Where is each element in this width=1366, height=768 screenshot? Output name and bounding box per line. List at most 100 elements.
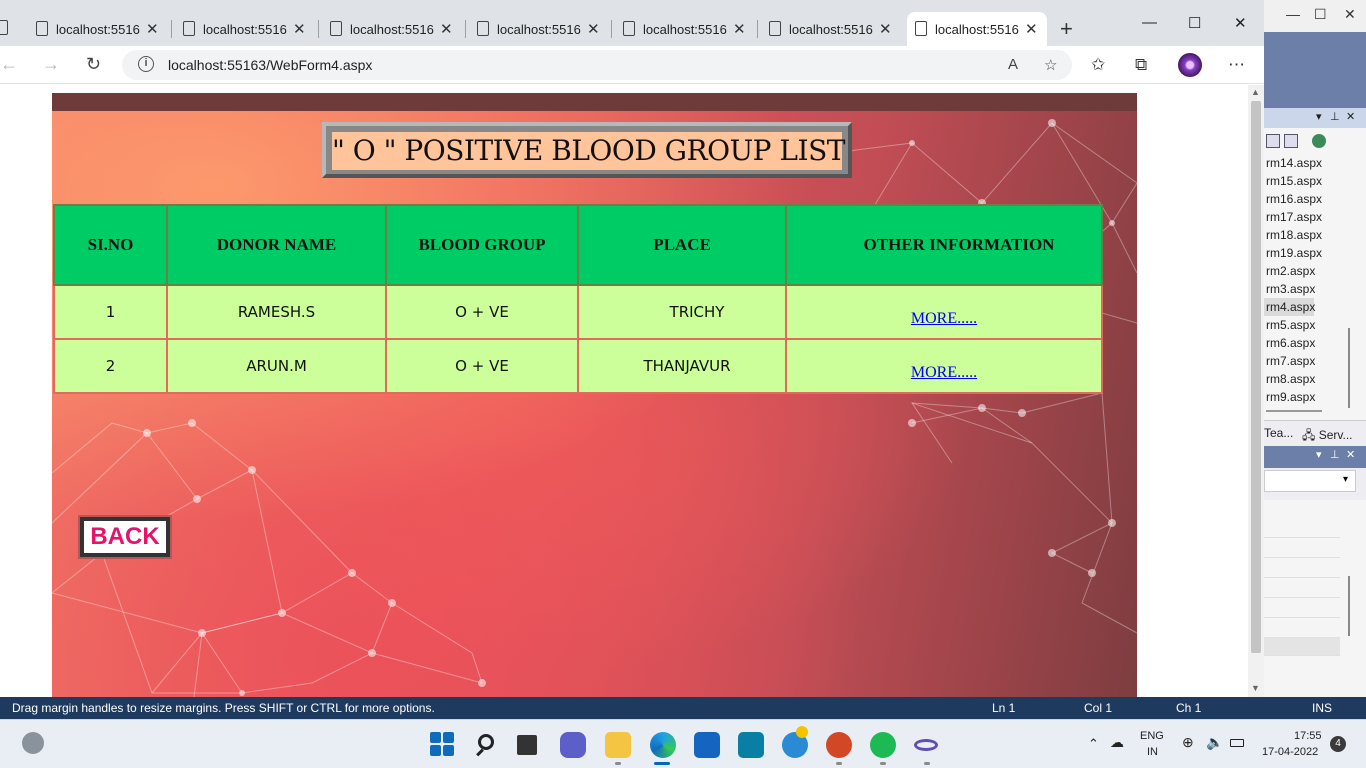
tab-close-icon[interactable]: ✕ [146, 20, 159, 38]
back-arrow-button[interactable]: ← [0, 54, 18, 75]
add-favorite-icon[interactable]: ☆ [1044, 56, 1057, 74]
browser-tab[interactable]: localhost:55163 ✕ [469, 12, 609, 46]
vertical-scrollbar[interactable] [1348, 576, 1350, 636]
property-row[interactable] [1264, 540, 1340, 558]
solution-file-item[interactable]: rm7.aspx [1264, 352, 1315, 370]
vs-maximize-button[interactable]: ☐ [1314, 6, 1327, 23]
favorites-icon[interactable]: ✩ [1091, 55, 1105, 75]
back-button[interactable]: BACK [78, 515, 172, 559]
profile-avatar[interactable] [1178, 53, 1202, 77]
property-row[interactable] [1264, 580, 1340, 598]
tab-close-icon[interactable]: ✕ [293, 20, 306, 38]
properties-object-dropdown[interactable]: ▾ [1264, 470, 1356, 492]
solution-file-item[interactable]: rm3.aspx [1264, 280, 1315, 298]
file-explorer-icon[interactable] [605, 732, 631, 758]
solution-file-item[interactable]: rm18.aspx [1264, 226, 1322, 244]
browser-tab[interactable]: localhost:55163 ✕ [175, 12, 315, 46]
scrollbar-thumb[interactable] [1251, 101, 1261, 653]
vertical-scrollbar[interactable] [1348, 328, 1350, 408]
search-icon[interactable] [474, 732, 500, 758]
solution-file-item[interactable]: rm5.aspx [1264, 316, 1315, 334]
teams-chat-icon[interactable] [560, 732, 586, 758]
volume-icon[interactable]: 🔈 [1206, 734, 1223, 751]
url-text[interactable]: localhost:55163/WebForm4.aspx [168, 57, 372, 73]
close-icon[interactable]: ✕ [1346, 110, 1355, 123]
preview-icon[interactable] [1312, 134, 1326, 148]
spotify-icon[interactable] [870, 732, 896, 758]
tab-actions-icon[interactable] [0, 20, 8, 35]
tab-close-icon[interactable]: ✕ [733, 20, 746, 38]
tab-close-icon[interactable]: ✕ [440, 20, 453, 38]
pin-icon[interactable]: ⊥ [1330, 110, 1340, 123]
solution-file-item[interactable]: rm2.aspx [1264, 262, 1315, 280]
tab-close-icon[interactable]: ✕ [1025, 20, 1038, 38]
widgets-icon[interactable] [22, 732, 44, 754]
visual-studio-icon[interactable] [914, 732, 940, 758]
start-button[interactable] [430, 732, 456, 758]
browser-tab[interactable]: localhost:55163 ✕ [907, 12, 1047, 46]
view-icon[interactable] [1284, 134, 1298, 148]
browser-tab[interactable]: localhost:55163 ✕ [28, 12, 168, 46]
solution-file-item[interactable]: rm4.aspx [1264, 298, 1315, 316]
maximize-button[interactable]: ☐ [1188, 14, 1201, 32]
language-indicator-bottom[interactable]: IN [1147, 746, 1158, 758]
forward-arrow-button[interactable]: → [42, 54, 60, 75]
network-sync-icon[interactable]: ☁ [1110, 734, 1124, 751]
pin-icon[interactable]: ⊥ [1330, 448, 1340, 461]
solution-file-item[interactable]: rm6.aspx [1264, 334, 1315, 352]
more-info-link[interactable]: MORE..... [911, 310, 977, 327]
globe-icon[interactable]: ⊕ [1182, 734, 1194, 751]
vs-minimize-button[interactable]: — [1286, 6, 1300, 22]
more-info-link[interactable]: MORE..... [911, 364, 977, 381]
scroll-up-icon[interactable]: ▲ [1251, 87, 1260, 97]
browser-tab[interactable]: localhost:55163 ✕ [761, 12, 901, 46]
url-field[interactable]: i localhost:55163/WebForm4.aspx A ☆ [122, 50, 1072, 80]
microsoft-store-icon[interactable] [694, 732, 720, 758]
task-view-icon[interactable] [517, 735, 537, 755]
tab-close-icon[interactable]: ✕ [879, 20, 892, 38]
powerpoint-icon[interactable] [826, 732, 852, 758]
collections-icon[interactable]: ⧉ [1135, 55, 1147, 75]
edge-browser-icon[interactable] [650, 732, 676, 758]
browser-tab[interactable]: localhost:55163 ✕ [615, 12, 755, 46]
property-row[interactable] [1264, 620, 1340, 638]
notification-badge[interactable]: 4 [1330, 736, 1346, 752]
clock-date[interactable]: 17-04-2022 [1262, 746, 1318, 758]
close-icon[interactable]: ✕ [1346, 448, 1355, 461]
help-icon[interactable] [782, 726, 808, 758]
solution-file-item[interactable]: rm14.aspx [1264, 154, 1322, 172]
scroll-down-icon[interactable]: ▼ [1251, 683, 1260, 693]
tab-team-explorer[interactable]: Tea... [1264, 426, 1293, 440]
show-hidden-icons-chevron-icon[interactable]: ⌃ [1088, 736, 1099, 752]
dropdown-icon[interactable]: ▾ [1316, 110, 1322, 123]
property-row[interactable] [1264, 520, 1340, 538]
dropdown-icon[interactable]: ▾ [1316, 448, 1322, 461]
language-indicator-top[interactable]: ENG [1140, 730, 1164, 742]
new-tab-button[interactable]: + [1060, 16, 1073, 42]
properties-icon[interactable] [1266, 134, 1280, 148]
minimize-button[interactable]: — [1142, 14, 1157, 31]
battery-icon[interactable] [1230, 739, 1244, 747]
tab-server-explorer[interactable]: 🖧 Serv... [1302, 426, 1353, 447]
info-icon[interactable]: i [138, 56, 154, 72]
read-aloud-icon[interactable]: A [1008, 56, 1018, 73]
solution-file-item[interactable]: rm17.aspx [1264, 208, 1322, 226]
property-row[interactable] [1264, 638, 1340, 656]
page-scrollbar[interactable]: ▲ ▼ [1248, 85, 1264, 697]
clock-time[interactable]: 17:55 [1294, 730, 1322, 742]
tab-close-icon[interactable]: ✕ [587, 20, 600, 38]
solution-file-item[interactable]: rm19.aspx [1264, 244, 1322, 262]
browser-tab[interactable]: localhost:55163 ✕ [322, 12, 462, 46]
vs-close-button[interactable]: ✕ [1344, 6, 1356, 23]
solution-file-item[interactable]: rm8.aspx [1264, 370, 1315, 388]
security-app-icon[interactable] [738, 732, 764, 758]
property-row[interactable] [1264, 560, 1340, 578]
horizontal-scrollbar[interactable] [1266, 410, 1322, 412]
property-row[interactable] [1264, 600, 1340, 618]
solution-file-item[interactable]: rm16.aspx [1264, 190, 1322, 208]
solution-file-item[interactable]: rm15.aspx [1264, 172, 1322, 190]
settings-more-button[interactable]: ⋯ [1228, 55, 1245, 75]
solution-file-item[interactable]: rm9.aspx [1264, 388, 1315, 406]
refresh-button[interactable]: ↻ [86, 54, 101, 75]
close-window-button[interactable]: ✕ [1234, 14, 1247, 32]
